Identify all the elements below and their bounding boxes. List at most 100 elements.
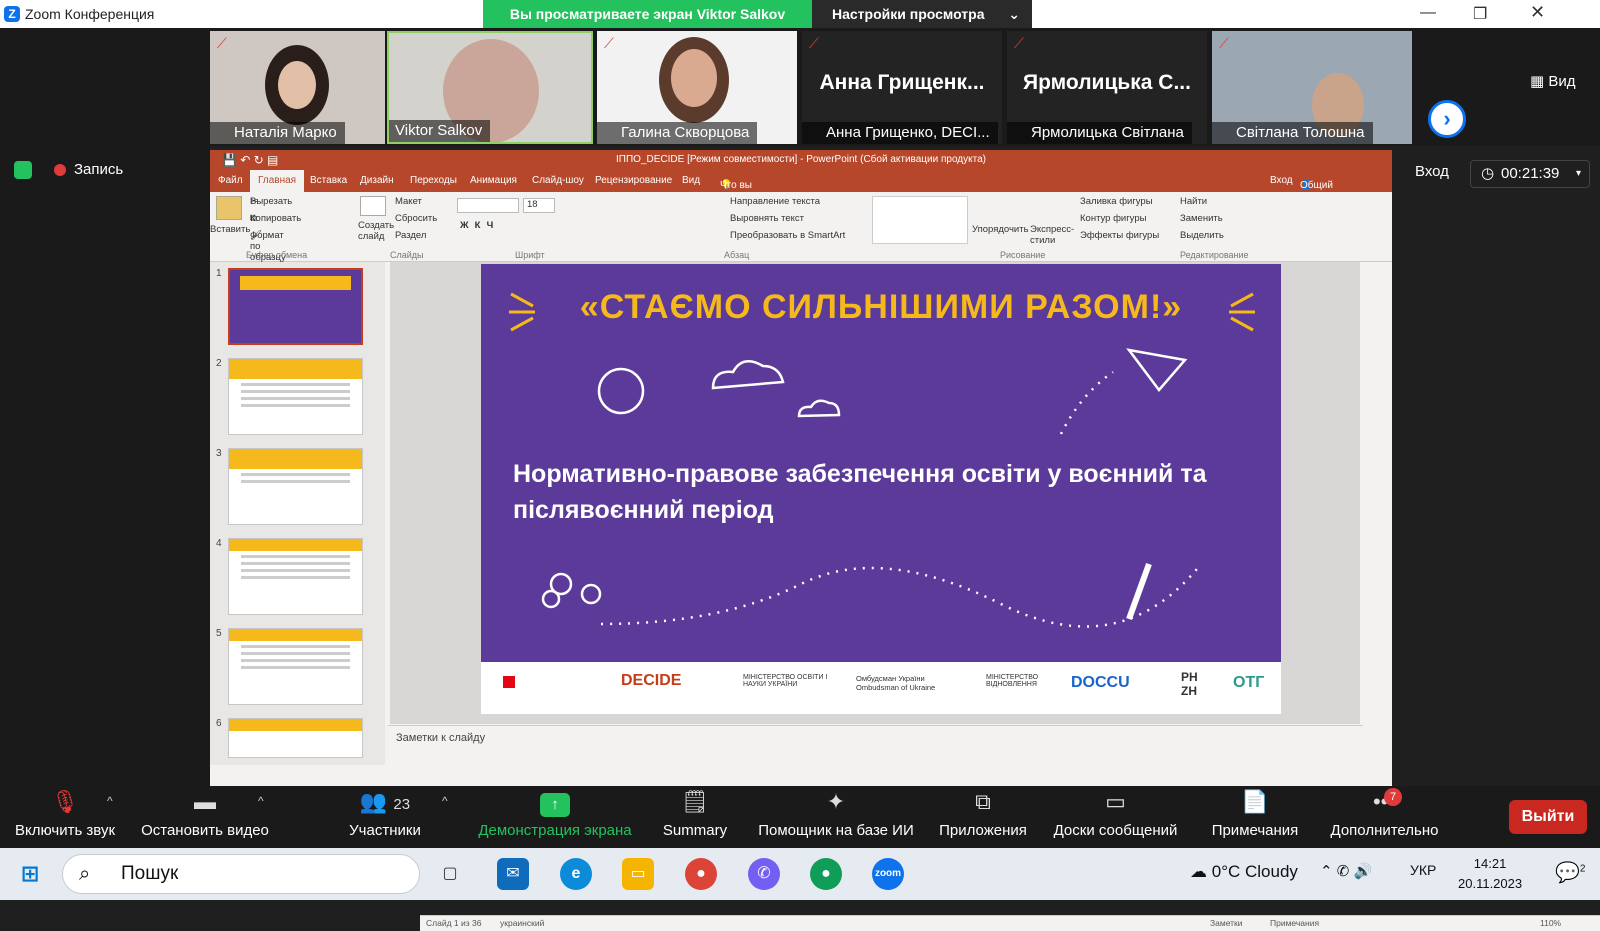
participant-tile[interactable]: ⟋ Наталія Марко [210, 31, 385, 144]
stop-video-button[interactable]: ▬ Остановить видео [135, 786, 275, 848]
slide-thumbnail-6[interactable] [228, 718, 363, 758]
select-button[interactable]: Выделить [1180, 230, 1224, 241]
new-slide-icon[interactable] [360, 196, 386, 216]
participant-tile[interactable]: ⟋ Галина Скворцова [597, 31, 797, 144]
zoom-level[interactable]: 110% [1540, 916, 1561, 931]
participants-chevron-icon[interactable]: ^ [442, 794, 448, 808]
more-label: Дополнительно [1330, 822, 1439, 839]
text-direction-button[interactable]: Направление текста [730, 196, 820, 207]
align-text-button[interactable]: Выровнять текст [730, 213, 804, 224]
mic-muted-icon: 🎙 [51, 789, 79, 814]
font-name-input[interactable] [457, 198, 519, 213]
meeting-timer[interactable]: ◷ 00:21:39 ▾ [1470, 160, 1590, 188]
paste-icon[interactable] [216, 196, 242, 220]
font-size-input[interactable]: 18 [523, 198, 555, 213]
mail-icon[interactable]: ✉ [497, 858, 529, 890]
participant-tile-active[interactable]: Viktor Salkov [387, 31, 593, 144]
ai-assistant-button[interactable]: ✦ Помощник на базе ИИ [752, 786, 920, 848]
audio-options-chevron-icon[interactable]: ^ [107, 794, 113, 808]
quick-styles-button[interactable]: Экспресс-стили [1030, 224, 1080, 246]
apps-button[interactable]: ⧉ Приложения [935, 786, 1031, 848]
share-screen-button[interactable]: ↑ Демонстрация экрана [475, 786, 635, 848]
edge-icon[interactable]: e [560, 858, 592, 890]
participant-tile[interactable]: Анна Грищенк... ⟋ Анна Грищенко, DECI... [802, 31, 1002, 144]
ppt-signin[interactable]: Вход [1270, 175, 1293, 186]
chrome-profile-icon[interactable]: ● [810, 858, 842, 890]
participant-tile[interactable]: ⟋ Світлана Толошна [1212, 31, 1412, 144]
tab-view[interactable]: Вид [682, 175, 700, 186]
participant-tile[interactable]: Ярмолицька С... ⟋ Ярмолицька Світлана [1007, 31, 1207, 144]
smartart-button[interactable]: Преобразовать в SmartArt [730, 230, 845, 241]
unmute-button[interactable]: 🎙 Включить звук [10, 786, 120, 848]
tab-animations[interactable]: Анимация [470, 175, 517, 186]
notes-pane[interactable]: Заметки к слайду [388, 725, 1363, 750]
participants-button[interactable]: 👥 23 Участники [340, 786, 430, 848]
arrange-button[interactable]: Упорядочить [972, 224, 1032, 235]
file-explorer-icon[interactable]: ▭ [622, 858, 654, 890]
shape-effects-button[interactable]: Эффекты фигуры [1080, 230, 1159, 241]
slide-thumbnail-4[interactable] [228, 538, 363, 615]
zoom-titlebar: Z Zoom Конференция Вы просматриваете экр… [0, 0, 1600, 28]
notes-button[interactable]: 📄 Примечания [1205, 786, 1305, 848]
close-icon[interactable]: ✕ [1530, 2, 1545, 23]
slide-thumbnail-3[interactable] [228, 448, 363, 525]
notifications-icon[interactable]: 💬2 [1555, 860, 1585, 885]
section-button[interactable]: Раздел [395, 230, 426, 241]
share-banner-text: Вы просматриваете экран Viktor Salkov [483, 0, 812, 28]
whiteboards-button[interactable]: ▭ Доски сообщений [1048, 786, 1183, 848]
next-page-button[interactable]: › [1428, 100, 1466, 138]
tab-transitions[interactable]: Переходы [410, 175, 457, 186]
video-options-chevron-icon[interactable]: ^ [258, 794, 264, 808]
minimize-icon[interactable]: — [1420, 4, 1436, 22]
maximize-icon[interactable]: ❐ [1473, 4, 1487, 24]
copy-label: Копировать [250, 213, 302, 224]
slide-thumbnail-1[interactable] [228, 268, 363, 345]
cut-label: Вырезать [250, 196, 293, 207]
reset-button[interactable]: Сбросить [395, 213, 437, 224]
zoom-app-icon[interactable]: zoom [872, 858, 904, 890]
new-slide-button[interactable]: Создать слайд [358, 220, 394, 242]
slide-thumbnail-2[interactable] [228, 358, 363, 435]
tab-slideshow[interactable]: Слайд-шоу [532, 175, 584, 186]
windows-start-icon[interactable]: ⊞ [14, 858, 46, 890]
shapes-gallery[interactable] [872, 196, 968, 244]
replace-button[interactable]: Заменить [1180, 213, 1223, 224]
taskbar-clock[interactable]: 14:21 20.11.2023 [1458, 854, 1522, 894]
font-format-icons[interactable]: ЖКЧ [460, 220, 499, 231]
logo-phzh: PH ZH [1181, 670, 1198, 698]
input-language[interactable]: УКР [1410, 862, 1436, 878]
tab-design[interactable]: Дизайн [360, 175, 394, 186]
tab-home[interactable]: Главная [250, 170, 305, 192]
recording-indicator[interactable]: Запись [14, 161, 123, 180]
current-slide[interactable]: «СТАЄМО СИЛЬНІШИМИ РАЗОМ!» Нормативно-пр… [481, 264, 1281, 714]
notes-toggle[interactable]: Заметки [1210, 916, 1243, 931]
share-banner: Вы просматриваете экран Viktor Salkov На… [483, 0, 1032, 28]
viber-icon[interactable]: ✆ [748, 858, 780, 890]
tray-icons[interactable]: ⌃ ✆ 🔊 [1320, 862, 1372, 880]
ppt-title: ІППО_DECIDE [Режим совместимости] - Powe… [616, 154, 986, 165]
task-view-icon[interactable]: ▢ [434, 858, 466, 890]
shape-fill-button[interactable]: Заливка фигуры [1080, 196, 1153, 207]
tab-review[interactable]: Рецензирование [595, 175, 672, 186]
find-button[interactable]: Найти [1180, 196, 1207, 207]
leave-button[interactable]: Выйти [1509, 800, 1587, 834]
participant-face [671, 49, 717, 107]
taskbar-search[interactable]: ⌕ Пошук [62, 854, 420, 894]
chrome-icon[interactable]: ● [685, 858, 717, 890]
weather-widget[interactable]: ☁ 0°C Cloudy [1190, 862, 1298, 882]
language-status[interactable]: украинский [500, 916, 544, 931]
summary-button[interactable]: 🗒 Summary [655, 786, 735, 848]
signin-link[interactable]: Вход [1415, 163, 1449, 180]
tab-file[interactable]: Файл [218, 175, 243, 186]
comments-toggle[interactable]: Примечания [1270, 916, 1319, 931]
view-button[interactable]: ▦ Вид [1530, 72, 1575, 90]
tab-insert[interactable]: Вставка [310, 175, 347, 186]
participants-label: Участники [349, 822, 421, 839]
summary-label: Summary [662, 822, 728, 839]
shape-outline-button[interactable]: Контур фигуры [1080, 213, 1146, 224]
quick-access-icons[interactable]: 💾 ↶ ↻ ▤ [222, 150, 278, 170]
layout-button[interactable]: Макет [395, 196, 422, 207]
view-settings-button[interactable]: Настройки просмотра ⌄ [812, 0, 1032, 28]
slide-thumbnail-5[interactable] [228, 628, 363, 705]
paste-button[interactable]: Вставить [210, 224, 250, 235]
